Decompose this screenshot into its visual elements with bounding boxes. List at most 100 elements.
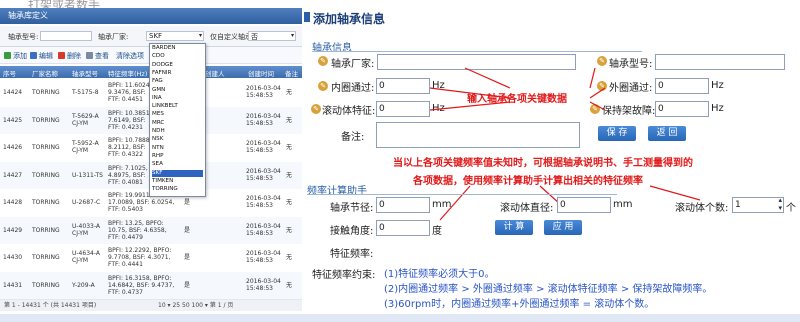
- brand-select[interactable]: SKF ▾: [146, 31, 204, 41]
- window-titlebar: 轴承库定义: [0, 8, 302, 24]
- cell-date: 2016-03-04: [246, 140, 281, 147]
- cell-freq-line: 9.7708, BSF: 4.3071,: [108, 254, 171, 261]
- dropdown-option[interactable]: NSK: [152, 136, 203, 143]
- cell-model: U-2687-C: [72, 199, 101, 206]
- cell-freq-line: FTF: 0.4737: [108, 288, 143, 296]
- cell-model: T-5952-A: [72, 140, 99, 147]
- model-search-input[interactable]: [40, 31, 92, 41]
- add-icon: [4, 52, 11, 59]
- contact-angle-input[interactable]: 0: [376, 220, 430, 236]
- cell-date: 2016-03-04: [246, 277, 281, 285]
- roll-count-label: 滚动体个数:: [675, 203, 729, 214]
- dropdown-option[interactable]: NTN: [152, 145, 203, 152]
- bottom-band: [0, 314, 800, 322]
- cell-flag: 是: [184, 199, 191, 206]
- remark-textarea[interactable]: [376, 122, 580, 148]
- dropdown-option[interactable]: LINKBELT: [152, 103, 203, 110]
- dropdown-option[interactable]: FAFNIR: [152, 70, 203, 77]
- cell-model: U-4634-A: [72, 250, 100, 257]
- table-row[interactable]: 14431 TORRING Y-209-A BPFI: 16.3158, BPFO: 1…: [0, 271, 302, 300]
- cell-freq-line: 9.3476, BSF:: [108, 89, 146, 96]
- cell-freq-line: 8.2112, BSF:: [108, 144, 146, 151]
- cell-note: 无: [286, 144, 293, 151]
- custom-only-select[interactable]: 否 ▾: [248, 31, 296, 41]
- dropdown-option[interactable]: MES: [152, 111, 203, 118]
- cell-model-line2: CJ-YM: [72, 257, 89, 264]
- title-marker: [304, 12, 310, 22]
- stepper-arrows-icon[interactable]: ▴ ▾: [778, 196, 782, 212]
- cell-date: 2016-03-04: [246, 167, 281, 175]
- pitch-diameter-label: 轴承节径:: [330, 203, 374, 214]
- cell-freq-line: 10.75, BSF: 4.6358,: [108, 226, 167, 234]
- col-header-note[interactable]: 备注: [285, 68, 298, 78]
- cell-model: U-4033-A: [72, 222, 100, 230]
- remark-label: 备注:: [341, 132, 365, 143]
- cell-freq-line: FTF: 0.4322: [108, 151, 143, 158]
- constraint-3: (3)60rpm时，内圈通过频率+外圈通过频率 = 滚动体个数。: [384, 299, 655, 310]
- dropdown-option[interactable]: RHP: [152, 153, 203, 160]
- constraint-label: 特征频率约束:: [312, 270, 376, 281]
- cell-freq-line: 7.6149, BSF:: [108, 116, 146, 124]
- dropdown-option[interactable]: SEA: [152, 161, 203, 168]
- cell-date: 2016-03-04: [246, 195, 281, 202]
- page-title: 添加轴承信息: [313, 12, 386, 26]
- cell-freq-line: BPFI: 10.3851,: [108, 109, 152, 117]
- cell-id: 14426: [3, 144, 23, 151]
- col-header-brand[interactable]: 厂家名称: [32, 68, 58, 78]
- brand-dropdown-list[interactable]: BARDEN CDO DODGE FAFNIR FAG GMN INA LINKBELT MES…: [149, 43, 206, 197]
- dropdown-option[interactable]: GMN: [152, 87, 203, 94]
- dropdown-option[interactable]: NDH: [152, 128, 203, 135]
- cell-date: 2016-03-04: [246, 112, 281, 120]
- cell-freq-line: FTF: 0.4081: [108, 178, 143, 186]
- dropdown-option[interactable]: TORRING: [152, 186, 203, 193]
- constraint-1: (1)特征频率必须大于0。: [384, 269, 495, 280]
- roll-diameter-input[interactable]: 0: [557, 197, 611, 213]
- cell-freq-line: 17.0089, BSF: 6.0254,: [108, 199, 175, 206]
- table-row[interactable]: 14429 TORRING U-4033-A CJ-YM BPFI: 13.25, BP…: [0, 216, 302, 245]
- table-row[interactable]: 14430 TORRING U-4634-A CJ-YM BPFI: 12.2292, …: [0, 244, 302, 273]
- view-button[interactable]: 查看: [86, 51, 109, 61]
- required-icon: ✎: [318, 56, 328, 66]
- unit-mm: mm: [613, 199, 633, 210]
- pagination[interactable]: 10 ▾ 25 50 100 ▾ 第 1 / 页: [158, 300, 233, 309]
- save-button[interactable]: 保 存: [598, 126, 636, 141]
- roll-diameter-label: 滚动体直径:: [500, 203, 554, 214]
- col-header-freq[interactable]: 特征频率(Hz): [108, 68, 147, 78]
- dropdown-option[interactable]: CDO: [152, 53, 203, 60]
- annotation-unknown-line1: 当以上各项关键频率值未知时，可根据轴承说明书、手工测量得到的: [393, 158, 693, 169]
- contact-angle-label: 接触角度:: [330, 226, 374, 237]
- custom-only-value: 否: [251, 33, 258, 41]
- cell-note: 无: [286, 254, 293, 261]
- cell-id: 14429: [3, 226, 23, 234]
- cell-freq-line: 14.6842, BSF: 9.4737,: [108, 281, 175, 289]
- dropdown-option[interactable]: BARDEN: [152, 45, 203, 52]
- dropdown-option[interactable]: MRC: [152, 120, 203, 127]
- add-button[interactable]: 添加: [4, 51, 27, 61]
- constraint-2: (2)内圈通过频率 > 外圈通过频率 > 滚动体特征频率 > 保持架故障频率。: [384, 284, 713, 295]
- dropdown-option[interactable]: INA: [152, 95, 203, 102]
- pitch-diameter-input[interactable]: 0: [376, 197, 430, 213]
- cell-brand: TORRING: [32, 254, 60, 261]
- edit-button[interactable]: 编辑: [30, 51, 53, 61]
- col-header-created[interactable]: 创建时间: [248, 68, 274, 78]
- col-header-id[interactable]: 序号: [3, 68, 16, 78]
- dropdown-option[interactable]: TIMKEN: [152, 178, 203, 185]
- apply-button[interactable]: 应 用: [544, 220, 582, 235]
- back-button[interactable]: 返 回: [648, 126, 686, 141]
- dropdown-option[interactable]: DODGE: [152, 62, 203, 69]
- cell-model-line2: CJ-YM: [72, 119, 89, 127]
- dropdown-option[interactable]: FAG: [152, 78, 203, 85]
- calculate-button[interactable]: 计 算: [495, 220, 533, 235]
- dropdown-option[interactable]: SKF: [152, 169, 203, 177]
- col-header-model[interactable]: 轴承型号: [72, 68, 98, 78]
- footer-range: 第 1 - 14431 个 (共 14431 项目): [4, 302, 97, 309]
- cell-freq-line: BPFI: 16.3158, BPFO:: [108, 274, 172, 282]
- delete-button[interactable]: 删除: [58, 51, 81, 61]
- roll-count-stepper[interactable]: 1 ▴ ▾: [732, 196, 784, 213]
- cell-time: 15:48:53: [246, 257, 273, 264]
- col-header-creator[interactable]: 创建人: [205, 68, 225, 78]
- unit-degree: 度: [432, 226, 442, 237]
- clear-button[interactable]: 清除选项: [116, 51, 144, 61]
- cell-date: 2016-03-04: [246, 222, 281, 230]
- cell-id: 14430: [3, 254, 23, 261]
